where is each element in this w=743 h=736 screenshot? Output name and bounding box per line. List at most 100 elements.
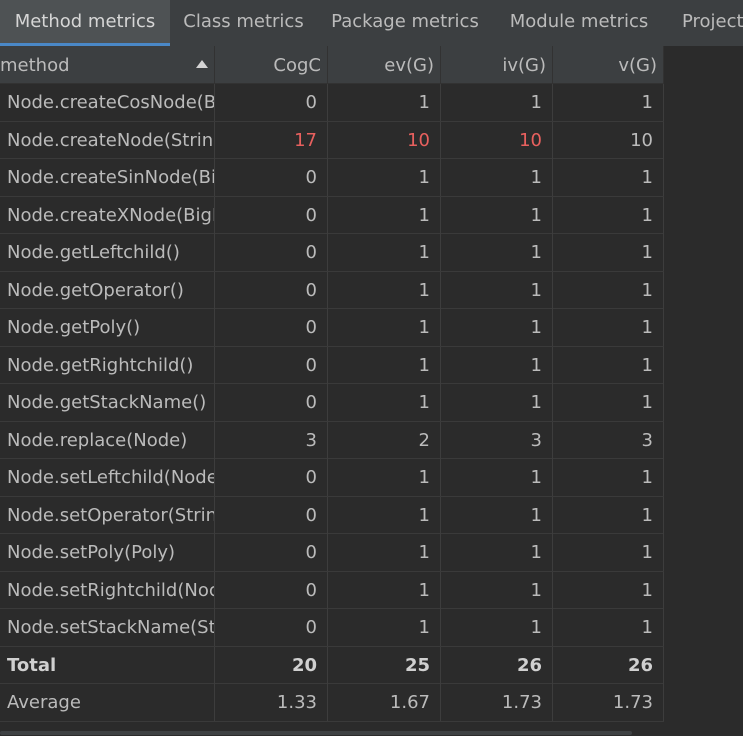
method-name-cell: Node.createSinNode(Big	[0, 159, 215, 196]
column-header-evg[interactable]: ev(G)	[328, 46, 441, 83]
metric-value-cell: 1	[441, 459, 553, 496]
metric-value-cell: 2	[328, 421, 441, 459]
table-row[interactable]: Node.getPoly() 0 1 1 1	[0, 309, 664, 347]
table-row[interactable]: Node.setPoly(Poly) 0 1 1 1	[0, 534, 664, 572]
metric-value-cell: 1	[553, 571, 664, 609]
metric-value-cell: 0	[215, 84, 328, 121]
tab-module-metrics[interactable]: Module metrics	[493, 0, 665, 46]
metric-value-cell: 1	[441, 234, 553, 271]
metric-value-cell: 1.33	[215, 684, 328, 721]
metric-value-cell: 17	[215, 121, 328, 159]
metric-value-cell: 1	[441, 609, 553, 646]
metric-value-cell: 1	[328, 534, 441, 571]
metric-value-cell: 1	[553, 496, 664, 534]
metric-value-cell: 1	[553, 346, 664, 384]
table-row[interactable]: Node.setLeftchild(Node) 0 1 1 1	[0, 459, 664, 497]
metric-value-cell: 1	[328, 346, 441, 384]
metric-value-cell: 0	[215, 496, 328, 534]
table-row[interactable]: Node.setOperator(String 0 1 1 1	[0, 496, 664, 534]
method-name-cell: Node.createCosNode(Bi	[0, 84, 215, 121]
metric-value-cell: 3	[441, 421, 553, 459]
metric-value-cell: 1	[328, 496, 441, 534]
table-row[interactable]: Node.getLeftchild() 0 1 1 1	[0, 234, 664, 272]
metric-value-cell: 10	[441, 121, 553, 159]
method-name-cell: Node.setStackName(Str	[0, 609, 215, 646]
metric-value-cell: 10	[553, 121, 664, 159]
metric-value-cell: 1	[328, 609, 441, 646]
metric-value-cell: 3	[553, 421, 664, 459]
metric-value-cell: 1	[553, 159, 664, 196]
metric-value-cell: 1	[553, 534, 664, 571]
tab-project-metrics[interactable]: Project	[665, 0, 743, 46]
metric-value-cell: 1	[553, 309, 664, 346]
table-row[interactable]: Node.createCosNode(Bi 0 1 1 1	[0, 84, 664, 122]
metric-value-cell: 0	[215, 234, 328, 271]
metric-value-cell: 0	[215, 534, 328, 571]
metric-value-cell: 1	[441, 571, 553, 609]
metric-value-cell: 0	[215, 384, 328, 421]
metric-value-cell: 1	[328, 309, 441, 346]
metric-value-cell: 1.73	[553, 684, 664, 721]
metrics-tab-bar: Method metrics Class metrics Package met…	[0, 0, 743, 46]
table-row[interactable]: Node.getStackName() 0 1 1 1	[0, 384, 664, 422]
table-body: Node.createCosNode(Bi 0 1 1 1 Node.createNode…	[0, 84, 664, 722]
metric-value-cell: 1	[441, 496, 553, 534]
metric-value-cell: 0	[215, 609, 328, 646]
horizontal-scrollbar[interactable]	[0, 730, 743, 736]
metric-value-cell: 1	[328, 384, 441, 421]
method-name-cell: Node.getPoly()	[0, 309, 215, 346]
total-row[interactable]: Total 20 25 26 26	[0, 646, 664, 684]
horizontal-scrollbar-thumb[interactable]	[0, 731, 632, 735]
metric-value-cell: 1.73	[441, 684, 553, 721]
method-name-cell: Node.setRightchild(Noc	[0, 571, 215, 609]
metric-value-cell: 0	[215, 271, 328, 309]
table-row[interactable]: Node.createNode(String 17 10 10 10	[0, 121, 664, 159]
metric-value-cell: 0	[215, 459, 328, 496]
metric-value-cell: 1	[553, 384, 664, 421]
method-name-cell: Node.createXNode(BigIn	[0, 196, 215, 234]
column-header-method[interactable]: method	[0, 46, 215, 83]
table-row[interactable]: Node.getRightchild() 0 1 1 1	[0, 346, 664, 384]
metric-value-cell: 1	[553, 196, 664, 234]
tab-class-metrics[interactable]: Class metrics	[170, 0, 317, 46]
sort-ascending-icon	[196, 60, 208, 68]
method-name-cell: Node.createNode(String	[0, 121, 215, 159]
metric-value-cell: 1	[553, 271, 664, 309]
table-row[interactable]: Node.replace(Node) 3 2 3 3	[0, 421, 664, 459]
table-header: method CogC ev(G) iv(G) v(G)	[0, 46, 664, 84]
column-header-cogc[interactable]: CogC	[215, 46, 328, 83]
metric-value-cell: 1	[328, 459, 441, 496]
metrics-table: method CogC ev(G) iv(G) v(G) Node.create…	[0, 46, 743, 736]
metric-value-cell: 0	[215, 571, 328, 609]
table-row[interactable]: Node.createXNode(BigIn 0 1 1 1	[0, 196, 664, 234]
metric-value-cell: 26	[553, 646, 664, 684]
tab-method-metrics[interactable]: Method metrics	[0, 0, 170, 46]
metric-value-cell: 1	[328, 84, 441, 121]
column-header-vg[interactable]: v(G)	[553, 46, 664, 83]
table-empty-area	[664, 83, 743, 736]
average-row[interactable]: Average 1.33 1.67 1.73 1.73	[0, 684, 664, 722]
metric-value-cell: 1	[441, 346, 553, 384]
metric-value-cell: 1	[328, 159, 441, 196]
metric-value-cell: 1	[553, 234, 664, 271]
method-name-cell: Node.getLeftchild()	[0, 234, 215, 271]
metric-value-cell: 1	[328, 571, 441, 609]
tab-package-metrics[interactable]: Package metrics	[317, 0, 493, 46]
metric-value-cell: 1	[553, 459, 664, 496]
table-row[interactable]: Node.getOperator() 0 1 1 1	[0, 271, 664, 309]
metric-value-cell: 1	[328, 271, 441, 309]
table-row[interactable]: Node.setStackName(Str 0 1 1 1	[0, 609, 664, 647]
metric-value-cell: 0	[215, 309, 328, 346]
metric-value-cell: 1.67	[328, 684, 441, 721]
metric-value-cell: 1	[441, 384, 553, 421]
column-header-ivg[interactable]: iv(G)	[441, 46, 553, 83]
table-row[interactable]: Node.setRightchild(Noc 0 1 1 1	[0, 571, 664, 609]
metric-value-cell: 1	[328, 234, 441, 271]
method-name-cell: Node.replace(Node)	[0, 421, 215, 459]
metric-value-cell: 1	[441, 534, 553, 571]
table-row[interactable]: Node.createSinNode(Big 0 1 1 1	[0, 159, 664, 197]
metric-value-cell: 0	[215, 196, 328, 234]
metric-value-cell: 20	[215, 646, 328, 684]
metric-value-cell: 1	[441, 271, 553, 309]
column-header-label: method	[0, 55, 70, 76]
